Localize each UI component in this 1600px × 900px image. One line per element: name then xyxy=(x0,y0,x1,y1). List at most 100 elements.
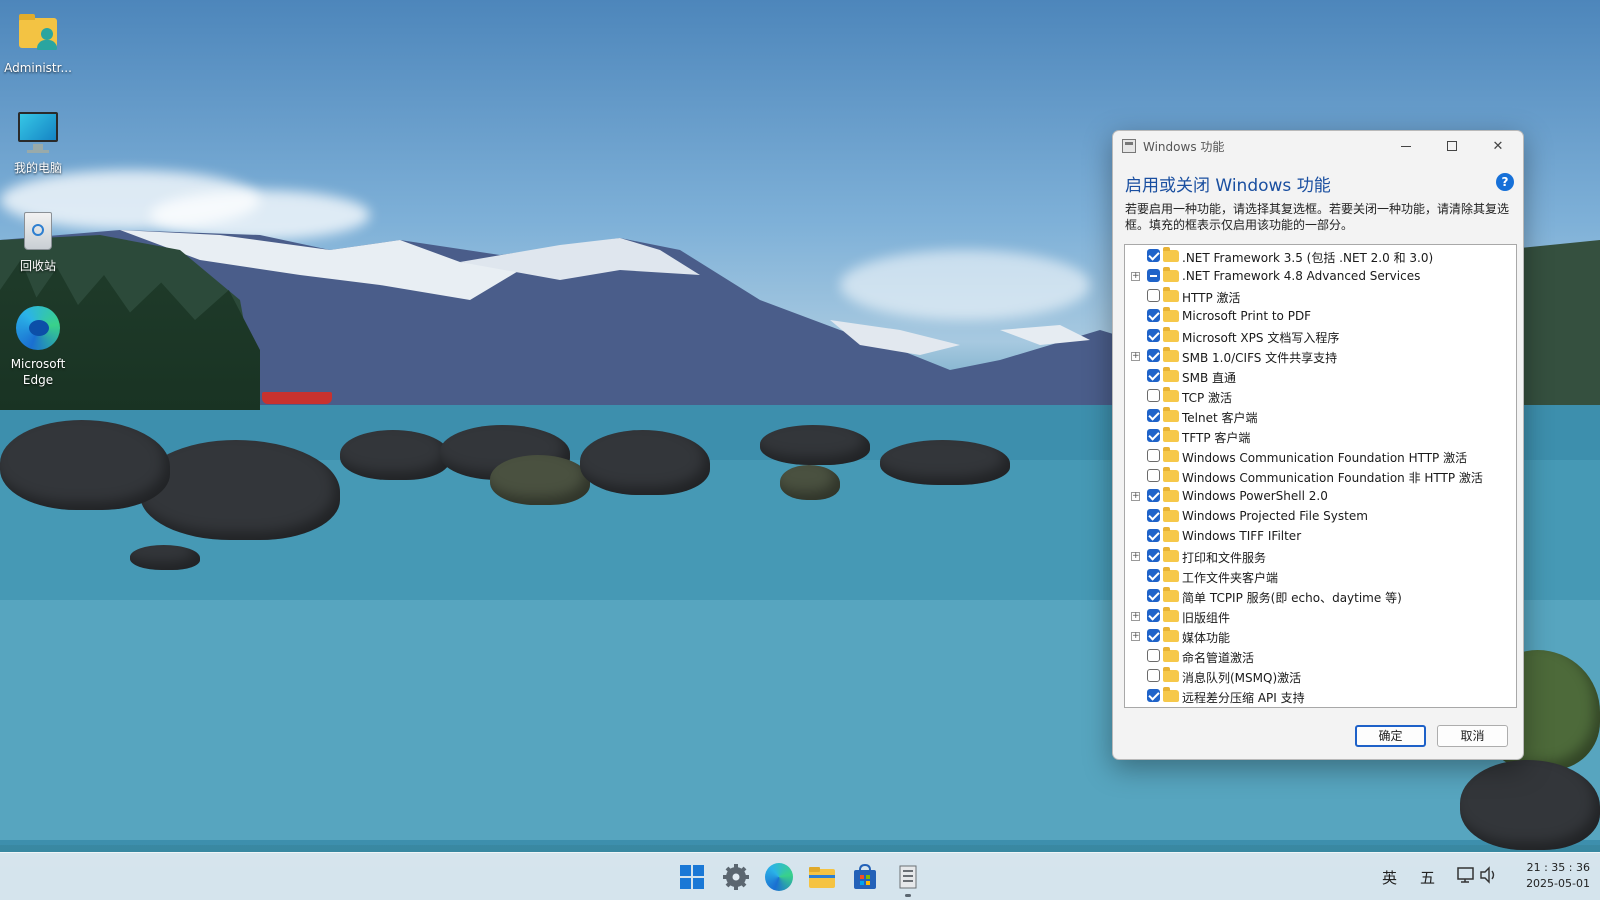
features-tree[interactable]: .NET Framework 3.5 (包括 .NET 2.0 和 3.0) +.… xyxy=(1124,244,1517,708)
file-explorer-icon[interactable] xyxy=(806,861,838,893)
feature-checkbox[interactable] xyxy=(1147,489,1160,502)
folder-icon xyxy=(1163,407,1179,422)
feature-checkbox[interactable] xyxy=(1147,309,1160,322)
feature-checkbox[interactable] xyxy=(1147,629,1160,642)
feature-row[interactable]: + SMB 1.0/CIFS 文件共享支持 xyxy=(1125,346,1516,366)
store-icon[interactable] xyxy=(849,861,881,893)
expand-icon[interactable]: + xyxy=(1131,352,1140,361)
windows-features-icon[interactable] xyxy=(892,861,924,897)
feature-row[interactable]: SMB 直通 xyxy=(1125,366,1516,386)
wallpaper-rock xyxy=(1460,760,1600,850)
feature-row[interactable]: + Windows PowerShell 2.0 xyxy=(1125,486,1516,506)
desktop-icon-label: Microsoft Edge xyxy=(10,357,66,387)
feature-checkbox[interactable] xyxy=(1147,649,1160,662)
feature-label: 简单 TCPIP 服务(即 echo、daytime 等) xyxy=(1182,591,1402,605)
feature-row[interactable]: + 旧版组件 xyxy=(1125,606,1516,626)
desktop-icon-recycle-bin[interactable]: 回收站 xyxy=(0,208,76,274)
feature-checkbox[interactable] xyxy=(1147,469,1160,482)
start-icon[interactable] xyxy=(676,861,708,893)
feature-row[interactable]: 命名管道激活 xyxy=(1125,646,1516,666)
feature-row[interactable]: Microsoft XPS 文档写入程序 xyxy=(1125,326,1516,346)
folder-icon xyxy=(1163,427,1179,442)
feature-checkbox[interactable] xyxy=(1147,549,1160,562)
close-button[interactable]: ✕ xyxy=(1475,131,1521,161)
minimize-button[interactable] xyxy=(1383,131,1429,161)
feature-checkbox[interactable] xyxy=(1147,429,1160,442)
feature-checkbox[interactable] xyxy=(1147,289,1160,302)
feature-checkbox[interactable] xyxy=(1147,409,1160,422)
feature-checkbox[interactable] xyxy=(1147,349,1160,362)
feature-checkbox[interactable] xyxy=(1147,329,1160,342)
wallpaper-rock xyxy=(880,440,1010,485)
system-clock[interactable]: 21 : 35 : 36 2025-05-01 xyxy=(1500,860,1590,892)
expand-icon[interactable]: + xyxy=(1131,552,1140,561)
edge-icon[interactable] xyxy=(763,861,795,893)
feature-checkbox[interactable] xyxy=(1147,529,1160,542)
feature-checkbox[interactable] xyxy=(1147,269,1160,282)
expand-icon[interactable]: + xyxy=(1131,492,1140,501)
wallpaper-rock xyxy=(140,440,340,540)
ime-language-indicator[interactable]: 英 xyxy=(1382,867,1397,888)
feature-row[interactable]: + 打印和文件服务 xyxy=(1125,546,1516,566)
cancel-button[interactable]: 取消 xyxy=(1437,725,1508,747)
desktop-icon-this-pc[interactable]: 我的电脑 xyxy=(0,110,76,176)
feature-row[interactable]: HTTP 激活 xyxy=(1125,286,1516,306)
feature-label: 打印和文件服务 xyxy=(1182,551,1267,565)
feature-row[interactable]: 工作文件夹客户端 xyxy=(1125,566,1516,586)
feature-checkbox[interactable] xyxy=(1147,449,1160,462)
feature-checkbox[interactable] xyxy=(1147,689,1160,702)
feature-row[interactable]: 简单 TCPIP 服务(即 echo、daytime 等) xyxy=(1125,586,1516,606)
feature-row[interactable]: + 媒体功能 xyxy=(1125,626,1516,646)
title-bar[interactable]: Windows 功能 ✕ xyxy=(1113,131,1523,161)
feature-checkbox[interactable] xyxy=(1147,369,1160,382)
feature-label: 命名管道激活 xyxy=(1182,651,1255,665)
folder-icon xyxy=(1163,687,1179,702)
network-icon[interactable] xyxy=(1456,865,1476,889)
feature-label: Microsoft XPS 文档写入程序 xyxy=(1182,331,1340,345)
user-folder-icon xyxy=(15,10,61,56)
expand-icon[interactable]: + xyxy=(1131,632,1140,641)
feature-row[interactable]: Windows TIFF IFilter xyxy=(1125,526,1516,546)
monitor-icon xyxy=(15,110,61,156)
ok-button[interactable]: 确定 xyxy=(1355,725,1426,747)
folder-icon xyxy=(1163,267,1179,282)
maximize-button[interactable] xyxy=(1429,131,1475,161)
feature-row[interactable]: Windows Communication Foundation 非 HTTP … xyxy=(1125,466,1516,486)
desktop-icon-label: 回收站 xyxy=(19,259,56,273)
feature-row[interactable]: 远程差分压缩 API 支持 xyxy=(1125,686,1516,706)
feature-checkbox[interactable] xyxy=(1147,569,1160,582)
feature-row[interactable]: + .NET Framework 4.8 Advanced Services xyxy=(1125,266,1516,286)
expand-icon[interactable]: + xyxy=(1131,612,1140,621)
folder-icon xyxy=(1163,247,1179,262)
feature-row[interactable]: Windows Communication Foundation HTTP 激活 xyxy=(1125,446,1516,466)
settings-icon[interactable] xyxy=(720,861,752,893)
wallpaper-rock xyxy=(130,545,200,570)
ime-mode-indicator[interactable]: 五 xyxy=(1420,867,1435,888)
edge-icon xyxy=(15,306,61,352)
expand-icon[interactable]: + xyxy=(1131,272,1140,281)
feature-checkbox[interactable] xyxy=(1147,589,1160,602)
feature-checkbox[interactable] xyxy=(1147,509,1160,522)
wallpaper-rock xyxy=(0,420,170,510)
feature-checkbox[interactable] xyxy=(1147,669,1160,682)
feature-checkbox[interactable] xyxy=(1147,609,1160,622)
feature-row[interactable]: .NET Framework 3.5 (包括 .NET 2.0 和 3.0) xyxy=(1125,246,1516,266)
desktop-icon-edge[interactable]: Microsoft Edge xyxy=(0,306,76,388)
help-icon[interactable]: ? xyxy=(1496,173,1514,191)
feature-row[interactable]: Telnet 客户端 xyxy=(1125,406,1516,426)
feature-row[interactable]: TFTP 客户端 xyxy=(1125,426,1516,446)
folder-icon xyxy=(1163,627,1179,642)
feature-checkbox[interactable] xyxy=(1147,249,1160,262)
folder-icon xyxy=(1163,327,1179,342)
desktop-icon-label: 我的电脑 xyxy=(13,161,62,175)
feature-checkbox[interactable] xyxy=(1147,389,1160,402)
feature-label: Windows TIFF IFilter xyxy=(1182,529,1302,543)
feature-row[interactable]: TCP 激活 xyxy=(1125,386,1516,406)
feature-row[interactable]: Windows Projected File System xyxy=(1125,506,1516,526)
feature-row[interactable]: Microsoft Print to PDF xyxy=(1125,306,1516,326)
desktop-icon-user-folder[interactable]: Administr... xyxy=(0,10,76,76)
feature-row[interactable]: 消息队列(MSMQ)激活 xyxy=(1125,666,1516,686)
feature-label: Microsoft Print to PDF xyxy=(1182,309,1312,323)
feature-label: .NET Framework 3.5 (包括 .NET 2.0 和 3.0) xyxy=(1182,251,1434,265)
volume-icon[interactable] xyxy=(1478,865,1498,889)
